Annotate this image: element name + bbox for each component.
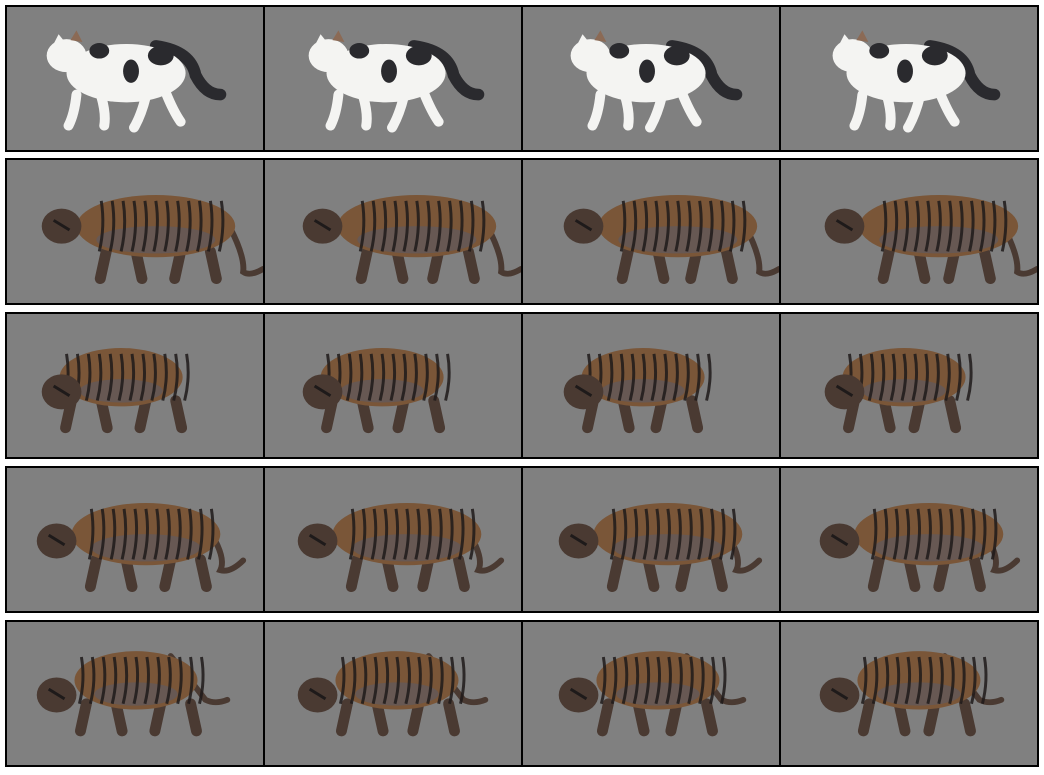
tiger-frame-3-4 xyxy=(781,314,1037,457)
tiger-figure xyxy=(297,503,505,593)
tiger-frame-5-2 xyxy=(265,622,523,765)
cat-figure xyxy=(570,30,743,133)
cat-frame-1-2 xyxy=(265,7,523,150)
tiger-frame-2-1 xyxy=(7,160,265,303)
tiger-figure xyxy=(36,651,231,737)
tiger-figure xyxy=(563,195,779,285)
tiger-figure xyxy=(302,195,521,285)
cat-frame-1-1 xyxy=(7,7,265,150)
tiger-figure xyxy=(302,348,451,434)
tiger-figure xyxy=(819,651,1005,737)
tiger-frame-5-1 xyxy=(7,622,265,765)
tiger-figure xyxy=(36,503,247,593)
tiger-figure xyxy=(41,348,190,434)
tiger-frame-2-3 xyxy=(523,160,781,303)
tiger-frame-4-1 xyxy=(7,468,265,611)
tiger-frame-3-2 xyxy=(265,314,523,457)
tiger-figure xyxy=(41,195,263,285)
tiger-frame-3-3 xyxy=(523,314,781,457)
tiger-frame-5-4 xyxy=(781,622,1037,765)
tiger-figure xyxy=(297,651,489,737)
cat-figure xyxy=(46,30,227,133)
tiger-frame-2-2 xyxy=(265,160,523,303)
cat-figure xyxy=(308,30,485,133)
tiger-frame-4-3 xyxy=(523,468,781,611)
cat-frame-1-3 xyxy=(523,7,781,150)
image-grid xyxy=(0,0,1044,775)
tiger-figure xyxy=(558,651,747,737)
tiger-frame-4-2 xyxy=(265,468,523,611)
tiger-frame-5-3 xyxy=(523,622,781,765)
frame-row-5 xyxy=(5,620,1039,767)
frame-row-3 xyxy=(5,312,1039,459)
tiger-frame-2-4 xyxy=(781,160,1037,303)
tiger-figure xyxy=(563,348,712,434)
tiger-frame-4-4 xyxy=(781,468,1037,611)
frame-row-4 xyxy=(5,466,1039,613)
cat-frame-1-4 xyxy=(781,7,1037,150)
frame-row-1 xyxy=(5,5,1039,152)
cat-figure xyxy=(832,30,1001,133)
tiger-figure xyxy=(819,503,1021,593)
frame-row-2 xyxy=(5,158,1039,305)
tiger-figure xyxy=(558,503,763,593)
tiger-figure xyxy=(824,348,973,434)
tiger-figure xyxy=(824,195,1037,285)
tiger-frame-3-1 xyxy=(7,314,265,457)
